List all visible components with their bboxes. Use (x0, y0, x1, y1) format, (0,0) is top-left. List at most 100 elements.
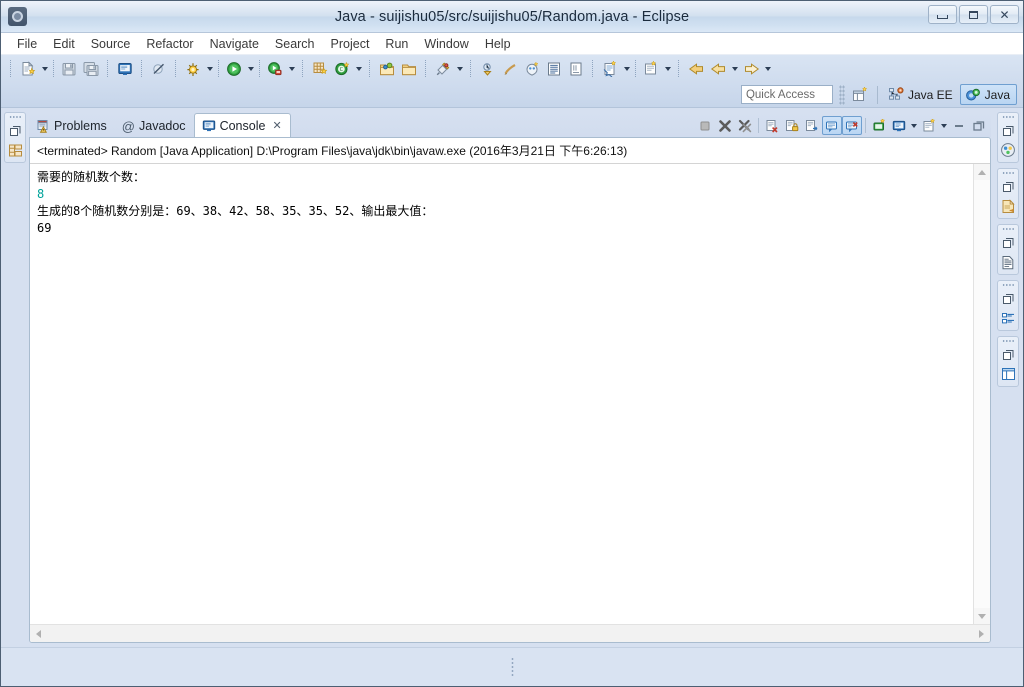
scroll-track[interactable] (974, 180, 990, 608)
open-console-icon[interactable] (919, 116, 939, 135)
show-on-output-icon[interactable] (822, 116, 842, 135)
search-dropdown-arrow[interactable] (454, 58, 465, 79)
external-tools-dropdown-arrow[interactable] (286, 58, 297, 79)
new-file-icon[interactable] (17, 58, 39, 79)
restore-view-icon[interactable] (999, 234, 1017, 252)
external-tools-icon[interactable] (264, 58, 286, 79)
fastview-grip[interactable] (1001, 283, 1015, 287)
forward-arrow-icon[interactable] (707, 58, 729, 79)
search-icon[interactable] (432, 58, 454, 79)
mark-occurrences-icon[interactable] (521, 58, 543, 79)
console-horizontal-scrollbar[interactable] (30, 624, 990, 642)
menu-source[interactable]: Source (83, 35, 139, 53)
debug-dropdown-arrow[interactable] (204, 58, 215, 79)
word-wrap-icon[interactable] (802, 116, 822, 135)
close-icon[interactable]: ✕ (272, 119, 281, 132)
fastview-grip[interactable] (8, 115, 22, 119)
minimize-button[interactable] (928, 5, 957, 24)
palette-icon[interactable] (999, 141, 1017, 159)
clear-console-icon[interactable] (762, 116, 782, 135)
restore-view-icon[interactable] (999, 290, 1017, 308)
tab-console[interactable]: Console ✕ (193, 113, 291, 137)
package-explorer-icon[interactable] (6, 141, 24, 159)
open-console-dropdown-arrow[interactable] (939, 116, 949, 135)
scroll-down-button[interactable] (974, 608, 990, 624)
scroll-right-button[interactable] (973, 625, 990, 642)
menu-project[interactable]: Project (323, 35, 378, 53)
close-button[interactable]: ✕ (990, 5, 1019, 24)
display-console-icon[interactable] (889, 116, 909, 135)
perspective-java[interactable]: Java (959, 84, 1017, 105)
display-console-dropdown-arrow[interactable] (909, 116, 919, 135)
outline-tree-fastview[interactable] (997, 280, 1019, 331)
block-selection-icon[interactable] (543, 58, 565, 79)
layout-fastview[interactable] (997, 336, 1019, 387)
new-element-dropdown-arrow[interactable] (621, 58, 632, 79)
save-all-icon[interactable] (80, 58, 102, 79)
print-icon[interactable] (114, 58, 136, 79)
task-list-icon[interactable] (999, 197, 1017, 215)
forward-dropdown-arrow[interactable] (729, 58, 740, 79)
terminate-stop-icon[interactable] (695, 116, 715, 135)
fastview-grip[interactable] (1001, 115, 1015, 119)
fastview-grip[interactable] (1001, 339, 1015, 343)
restore-editor-icon[interactable] (640, 58, 662, 79)
toolbar-grip[interactable] (838, 84, 845, 105)
new-class-icon[interactable]: C (331, 58, 353, 79)
open-type-icon[interactable] (376, 58, 398, 79)
perspective-java-ee[interactable]: Java EE (883, 84, 960, 105)
new-element-icon[interactable] (599, 58, 621, 79)
maximize-icon[interactable] (969, 116, 989, 135)
status-bar-grip[interactable] (510, 657, 514, 677)
scroll-up-button[interactable] (974, 164, 990, 180)
package-explorer-fastview[interactable] (4, 112, 26, 163)
new-class-dropdown-arrow[interactable] (353, 58, 364, 79)
menu-help[interactable]: Help (477, 35, 519, 53)
restore-view-icon[interactable] (6, 122, 24, 140)
layout-panel-icon[interactable] (999, 365, 1017, 383)
show-on-error-icon[interactable] (842, 116, 862, 135)
remove-launch-icon[interactable] (715, 116, 735, 135)
restore-view-icon[interactable] (999, 178, 1017, 196)
next-annotation-icon[interactable] (477, 58, 499, 79)
scroll-left-button[interactable] (30, 625, 47, 642)
outline-fastview[interactable] (997, 112, 1019, 163)
tab-javadoc[interactable]: @ Javadoc (115, 115, 194, 137)
outline-tree-icon[interactable] (999, 309, 1017, 327)
back-arrow-icon[interactable] (685, 58, 707, 79)
menu-file[interactable]: File (9, 35, 45, 53)
fastview-grip[interactable] (1001, 171, 1015, 175)
pin-console-icon[interactable] (869, 116, 889, 135)
task-list-fastview[interactable] (997, 168, 1019, 219)
show-whitespace-icon[interactable] (565, 58, 587, 79)
open-task-icon[interactable] (398, 58, 420, 79)
remove-all-terminated-icon[interactable] (735, 116, 755, 135)
restore-editor-dropdown-arrow[interactable] (662, 58, 673, 79)
new-file-dropdown-arrow[interactable] (39, 58, 50, 79)
prev-annotation-icon[interactable] (499, 58, 521, 79)
restore-view-icon[interactable] (999, 346, 1017, 364)
save-icon[interactable] (58, 58, 80, 79)
menu-edit[interactable]: Edit (45, 35, 83, 53)
next-edit-dropdown-arrow[interactable] (762, 58, 773, 79)
new-package-icon[interactable] (309, 58, 331, 79)
menu-refactor[interactable]: Refactor (138, 35, 201, 53)
run-play-icon[interactable] (223, 58, 245, 79)
maximize-button[interactable] (959, 5, 988, 24)
scroll-lock-icon[interactable] (782, 116, 802, 135)
menu-run[interactable]: Run (377, 35, 416, 53)
minimize-icon[interactable] (949, 116, 969, 135)
search-input[interactable]: Quick Access (740, 85, 833, 104)
debug-bug-icon[interactable] (182, 58, 204, 79)
snippets-fastview[interactable] (997, 224, 1019, 275)
open-perspective-icon[interactable] (850, 85, 872, 105)
fastview-grip[interactable] (1001, 227, 1015, 231)
console-output[interactable]: 需要的随机数个数： 8 生成的8个随机数分别是：69、38、42、58、35、3… (30, 164, 973, 624)
run-dropdown-arrow[interactable] (245, 58, 256, 79)
next-edit-arrow-icon[interactable] (740, 58, 762, 79)
menu-window[interactable]: Window (416, 35, 476, 53)
restore-view-icon[interactable] (999, 122, 1017, 140)
menu-search[interactable]: Search (267, 35, 323, 53)
console-vertical-scrollbar[interactable] (973, 164, 990, 624)
breakpoint-skip-icon[interactable] (148, 58, 170, 79)
